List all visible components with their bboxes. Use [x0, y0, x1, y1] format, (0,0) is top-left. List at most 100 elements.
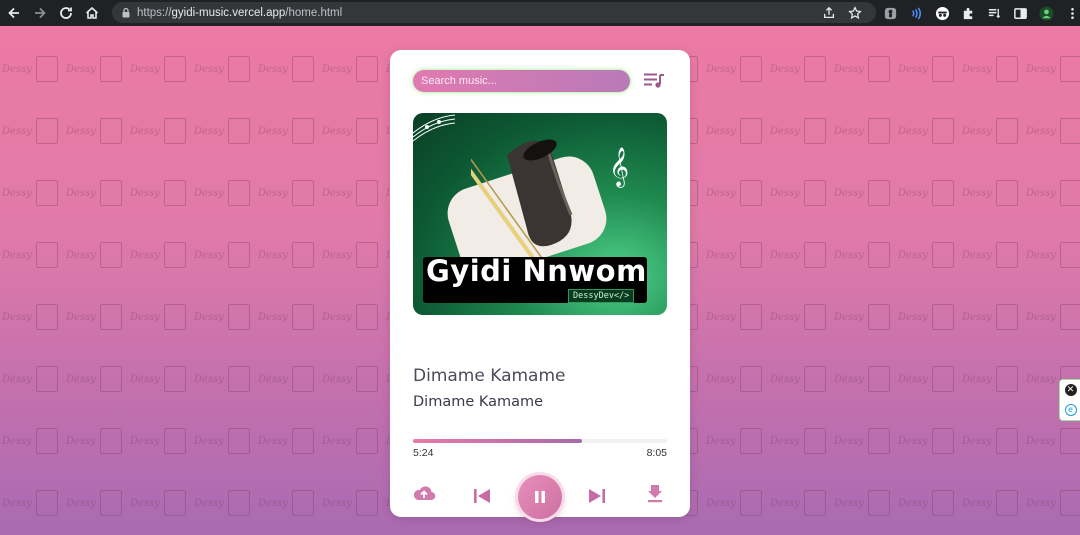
watermark-book-icon [99, 180, 122, 206]
watermark-tile: Dessy [962, 410, 1026, 472]
watermark-book-icon [227, 242, 250, 268]
back-icon[interactable] [2, 1, 26, 25]
watermark-tile: Dessy [962, 224, 1026, 286]
watermark-book-icon [931, 304, 954, 330]
watermark-tile: Dessy [706, 348, 770, 410]
watermark-book-icon [739, 490, 762, 516]
watermark-tile: Dessy [258, 224, 322, 286]
watermark-tile: Dessy [194, 38, 258, 100]
watermark-book-icon [99, 242, 122, 268]
watermark-tile: Dessy [834, 286, 898, 348]
watermark-text: Dessy [130, 125, 160, 137]
star-icon[interactable] [848, 5, 862, 24]
extension-e-icon[interactable]: e [1064, 404, 1077, 416]
watermark-tile: Dessy [962, 38, 1026, 100]
watermark-tile: Dessy [2, 348, 66, 410]
watermark-tile: Dessy [962, 162, 1026, 224]
watermark-tile: Dessy [2, 410, 66, 472]
side-extension-widget[interactable]: ✕ e [1059, 379, 1080, 421]
previous-track-icon[interactable] [472, 486, 492, 506]
upload-icon[interactable] [412, 484, 436, 502]
home-icon[interactable] [80, 1, 104, 25]
watermark-tile: Dessy [2, 286, 66, 348]
watermark-tile: Dessy [130, 224, 194, 286]
song-title: Dimame Kamame [413, 366, 566, 386]
search-input[interactable] [413, 70, 630, 92]
watermark-text: Dessy [706, 63, 736, 75]
watermark-text: Dessy [706, 187, 736, 199]
watermark-text: Dessy [130, 187, 160, 199]
watermark-text: Dessy [322, 435, 352, 447]
watermark-text: Dessy [962, 311, 992, 323]
play-pause-button[interactable] [518, 475, 562, 519]
watermark-book-icon [35, 428, 58, 454]
forward-icon[interactable] [28, 1, 52, 25]
side-panel-icon[interactable] [1010, 3, 1030, 23]
watermark-text: Dessy [194, 63, 224, 75]
watermark-text: Dessy [706, 311, 736, 323]
browser-toolbar: https://gyidi-music.vercel.app/home.html [0, 0, 1080, 26]
lock-icon[interactable] [121, 7, 131, 18]
watermark-text: Dessy [258, 435, 288, 447]
watermark-tile: Dessy [66, 100, 130, 162]
cover-title: Gyidi Nnwom [426, 254, 647, 288]
watermark-tile: Dessy [834, 224, 898, 286]
watermark-tile: Dessy [834, 410, 898, 472]
extension-a-icon[interactable] [880, 3, 900, 23]
address-bar[interactable]: https://gyidi-music.vercel.app/home.html [112, 2, 876, 23]
watermark-book-icon [35, 490, 58, 516]
watermark-text: Dessy [2, 373, 32, 385]
watermark-text: Dessy [706, 249, 736, 261]
close-icon[interactable]: ✕ [1064, 384, 1077, 396]
share-icon[interactable] [822, 5, 836, 24]
profile-avatar[interactable] [1036, 3, 1056, 23]
watermark-text: Dessy [66, 187, 96, 199]
watermark-text: Dessy [258, 373, 288, 385]
watermark-book-icon [163, 366, 186, 392]
watermark-book-icon [355, 180, 378, 206]
watermark-tile: Dessy [834, 100, 898, 162]
music-player-card: 𝄞 Gyidi Nnwom DessyDev</> Dimame Kamame … [390, 50, 690, 519]
watermark-text: Dessy [898, 249, 928, 261]
watermark-tile: Dessy [770, 286, 834, 348]
progress-bar[interactable] [413, 439, 667, 443]
watermark-book-icon [803, 304, 826, 330]
watermark-tile: Dessy [962, 100, 1026, 162]
watermark-tile: Dessy [66, 410, 130, 472]
watermark-tile: Dessy [194, 472, 258, 534]
reading-list-icon[interactable] [984, 3, 1004, 23]
watermark-text: Dessy [706, 373, 736, 385]
watermark-book-icon [867, 242, 890, 268]
next-track-icon[interactable] [587, 486, 607, 506]
watermark-book-icon [99, 366, 122, 392]
watermark-book-icon [99, 490, 122, 516]
gong-bell-icon [471, 139, 573, 263]
download-icon[interactable] [646, 483, 664, 503]
watermark-tile: Dessy [834, 38, 898, 100]
watermark-tile: Dessy [2, 472, 66, 534]
watermark-tile: Dessy [322, 38, 386, 100]
watermark-tile: Dessy [194, 224, 258, 286]
watermark-book-icon [995, 490, 1018, 516]
reload-icon[interactable] [54, 1, 78, 25]
watermark-book-icon [1059, 180, 1080, 206]
watermark-tile: Dessy [770, 472, 834, 534]
watermark-tile: Dessy [130, 410, 194, 472]
extension-b-icon[interactable] [906, 3, 926, 23]
playlist-icon[interactable] [643, 72, 665, 90]
watermark-text: Dessy [834, 311, 864, 323]
puzzle-icon[interactable] [958, 3, 978, 23]
watermark-book-icon [1059, 490, 1080, 516]
watermark-text: Dessy [2, 187, 32, 199]
watermark-text: Dessy [194, 125, 224, 137]
watermark-book-icon [931, 180, 954, 206]
watermark-text: Dessy [66, 435, 96, 447]
watermark-book-icon [931, 490, 954, 516]
watermark-text: Dessy [706, 497, 736, 509]
menu-icon[interactable] [1062, 3, 1080, 23]
watermark-tile: Dessy [66, 286, 130, 348]
watermark-text: Dessy [770, 311, 800, 323]
watermark-book-icon [803, 428, 826, 454]
watermark-tile: Dessy [2, 100, 66, 162]
incognito-icon[interactable] [932, 3, 952, 23]
